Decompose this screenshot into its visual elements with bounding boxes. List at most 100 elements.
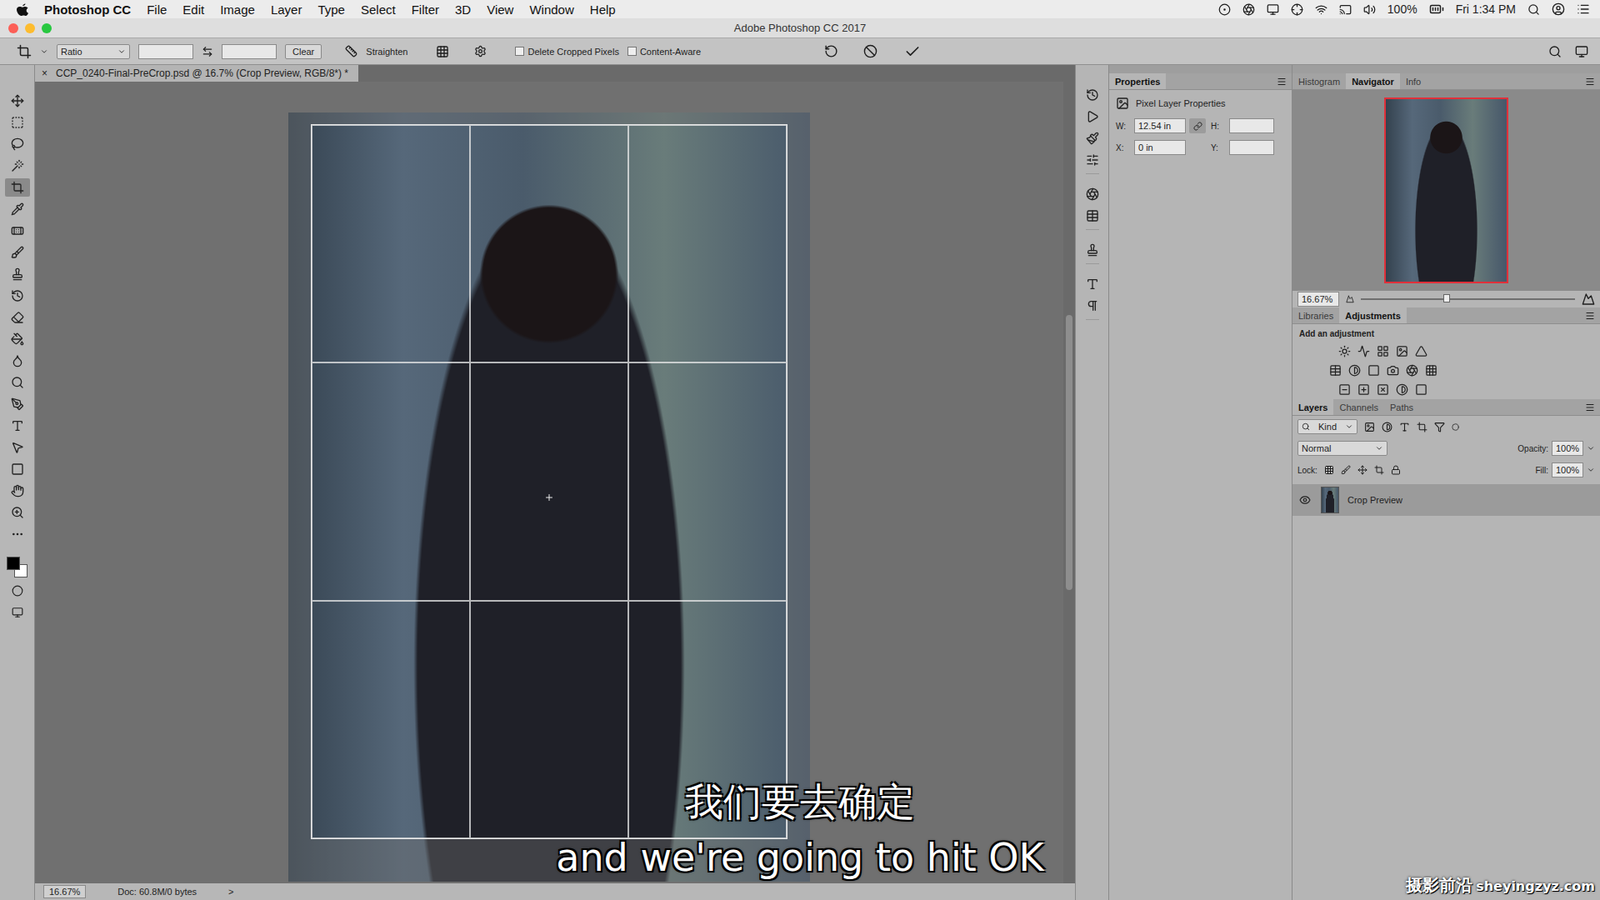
- tool-button[interactable]: [5, 243, 30, 262]
- panel-tab[interactable]: Layers: [1292, 399, 1334, 415]
- navigator-thumbnail[interactable]: [1384, 97, 1509, 284]
- panel-menu[interactable]: [1585, 73, 1600, 90]
- scroll-thumb[interactable]: [1065, 315, 1073, 590]
- option-checkbox[interactable]: Delete Cropped Pixels: [515, 46, 619, 57]
- panel-menu[interactable]: [1276, 73, 1292, 90]
- adjustment-icon[interactable]: [1405, 364, 1419, 377]
- tool-button[interactable]: [5, 460, 30, 479]
- tool-button[interactable]: [5, 330, 30, 349]
- height-field[interactable]: [221, 44, 277, 60]
- foreground-swatch[interactable]: [6, 556, 20, 570]
- adjustment-icon[interactable]: [1395, 383, 1409, 396]
- tool-button[interactable]: [5, 308, 30, 327]
- zoom-button[interactable]: [41, 23, 52, 34]
- adjustment-icon[interactable]: [1425, 364, 1438, 377]
- adjustment-icon[interactable]: [1338, 383, 1351, 396]
- menu-item[interactable]: Window: [529, 2, 574, 17]
- ratio-dropdown[interactable]: Ratio: [56, 44, 130, 60]
- adjustment-icon[interactable]: [1376, 383, 1390, 396]
- quick-mask-button[interactable]: [5, 581, 30, 600]
- panel-tab[interactable]: Info: [1400, 73, 1427, 90]
- minimize-button[interactable]: [25, 23, 35, 34]
- tool-button[interactable]: [5, 135, 30, 154]
- screen-mode-button[interactable]: [5, 603, 30, 622]
- photo[interactable]: [288, 112, 810, 882]
- color-swatches[interactable]: [5, 555, 30, 579]
- adjustment-icon[interactable]: [1329, 364, 1342, 377]
- panel-tab[interactable]: Paths: [1384, 399, 1420, 415]
- close-tab-button[interactable]: ×: [41, 67, 48, 80]
- menu-item[interactable]: File: [146, 2, 167, 17]
- adjustment-icon[interactable]: [1348, 364, 1361, 377]
- tool-button[interactable]: [5, 286, 30, 305]
- clear-button[interactable]: Clear: [285, 44, 322, 60]
- menu-item[interactable]: Edit: [182, 2, 205, 17]
- panel-tab[interactable]: Properties: [1109, 73, 1166, 90]
- tool-button[interactable]: [5, 503, 30, 522]
- fill-field[interactable]: 100%: [1551, 462, 1584, 478]
- panel-tab[interactable]: Libraries: [1292, 307, 1340, 324]
- tool-button[interactable]: [5, 178, 30, 197]
- blend-mode-dropdown[interactable]: Normal: [1297, 440, 1388, 456]
- tool-button[interactable]: [5, 525, 30, 544]
- checkbox-box[interactable]: [515, 46, 525, 56]
- adjustment-icon[interactable]: [1386, 364, 1400, 377]
- tool-button[interactable]: [5, 438, 30, 457]
- menu-item[interactable]: Help: [590, 2, 616, 17]
- tool-button[interactable]: [5, 113, 30, 132]
- panel-menu[interactable]: [1585, 399, 1600, 415]
- layer-row[interactable]: Crop Preview: [1292, 484, 1600, 516]
- tool-button[interactable]: [5, 416, 30, 435]
- adjustment-icon[interactable]: [1395, 345, 1409, 358]
- navigator-view[interactable]: [1292, 90, 1600, 291]
- link-button[interactable]: [1189, 118, 1206, 134]
- menu-item[interactable]: Layer: [270, 2, 303, 17]
- menu-item[interactable]: View: [486, 2, 514, 17]
- menu-item[interactable]: Image: [220, 2, 255, 17]
- panel-menu[interactable]: [1585, 307, 1600, 324]
- menu-item[interactable]: 3D: [455, 2, 471, 17]
- app-menu[interactable]: Photoshop CC: [44, 2, 131, 17]
- menu-item[interactable]: Type: [317, 2, 345, 17]
- zoom-field[interactable]: 16.67%: [43, 885, 86, 899]
- tool-button[interactable]: [5, 351, 30, 370]
- straighten-button[interactable]: Straighten: [365, 46, 408, 57]
- adjustment-icon[interactable]: [1415, 345, 1428, 358]
- status-menu[interactable]: >: [228, 886, 234, 897]
- navigator-zoom-field[interactable]: 16.67%: [1297, 291, 1340, 307]
- close-button[interactable]: [8, 23, 19, 34]
- tool-button[interactable]: [5, 156, 30, 175]
- document-tab[interactable]: ×CCP_0240-Final-PreCrop.psd @ 16.7% (Cro…: [35, 65, 359, 82]
- zoom-slider-thumb[interactable]: [1443, 294, 1450, 303]
- adjustment-icon[interactable]: [1357, 345, 1370, 358]
- crop-box[interactable]: [310, 124, 788, 840]
- opacity-field[interactable]: 100%: [1551, 440, 1584, 456]
- property-field[interactable]: 12.54 in: [1134, 118, 1186, 134]
- menu-item[interactable]: Filter: [411, 2, 440, 17]
- property-field[interactable]: [1229, 118, 1275, 134]
- tool-button[interactable]: [5, 91, 30, 110]
- tool-button[interactable]: [5, 395, 30, 414]
- tool-button[interactable]: [5, 373, 30, 392]
- vertical-scrollbar[interactable]: [1063, 81, 1075, 884]
- tool-button[interactable]: [5, 221, 30, 240]
- adjustment-icon[interactable]: [1376, 345, 1390, 358]
- property-field[interactable]: 0 in: [1134, 140, 1186, 155]
- panel-tab[interactable]: Histogram: [1292, 73, 1346, 90]
- tool-button[interactable]: [5, 200, 30, 219]
- panel-tab[interactable]: Channels: [1333, 399, 1384, 415]
- zoom-slider[interactable]: [1360, 298, 1575, 300]
- menu-item[interactable]: Select: [360, 2, 396, 17]
- adjustment-icon[interactable]: [1367, 364, 1380, 377]
- adjustment-icon[interactable]: [1415, 383, 1428, 396]
- property-field[interactable]: [1229, 140, 1275, 155]
- panel-tab[interactable]: Navigator: [1345, 73, 1400, 90]
- width-field[interactable]: [138, 44, 194, 60]
- filter-kind-dropdown[interactable]: Kind: [1297, 419, 1358, 435]
- adjustment-icon[interactable]: [1338, 345, 1351, 358]
- option-checkbox[interactable]: Content-Aware: [627, 46, 701, 57]
- visibility-toggle[interactable]: [1299, 494, 1313, 506]
- tool-button[interactable]: [5, 481, 30, 500]
- adjustment-icon[interactable]: [1357, 383, 1370, 396]
- checkbox-box[interactable]: [627, 46, 637, 56]
